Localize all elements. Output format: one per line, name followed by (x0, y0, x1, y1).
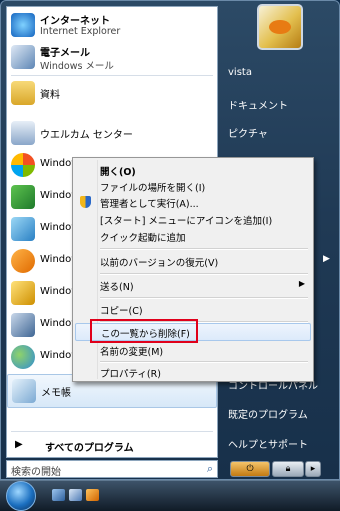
menu-item-restore-previous[interactable]: 以前のバージョンの復元(V) (75, 253, 311, 269)
all-programs-button[interactable]: ▶ すべてのプログラム (7, 435, 217, 457)
all-programs-separator (11, 431, 213, 432)
menu-item-label: [スタート] メニューにアイコンを追加(I) (100, 216, 273, 227)
list-item-label: メモ帳 (41, 388, 71, 399)
menu-item-run-as-admin[interactable]: 管理者として実行(A)... (75, 194, 311, 210)
pinned-item-title: 電子メール (40, 48, 90, 59)
menu-item-pin-to-start[interactable]: [スタート] メニューにアイコンを追加(I) (75, 211, 311, 227)
start-orb-icon[interactable] (6, 481, 36, 511)
recent-item-documents[interactable]: 資料 (7, 77, 217, 109)
menu-item-label: クイック起動に追加 (100, 233, 186, 244)
internet-explorer-icon (11, 13, 35, 37)
menu-item-label: 管理者として実行(A)... (100, 199, 199, 210)
menu-item-label: プロパティ(R) (100, 369, 161, 380)
uac-shield-icon (80, 196, 91, 208)
photo-gallery-icon (11, 217, 35, 241)
context-menu: 開く(O) ファイルの場所を開く(I) 管理者として実行(A)... [スタート… (72, 157, 314, 382)
right-link-documents[interactable]: ドキュメント (228, 97, 288, 112)
menu-item-label: 以前のバージョンの復元(V) (100, 258, 219, 269)
right-link-help[interactable]: ヘルプとサポート (228, 436, 308, 451)
taskbar (0, 480, 340, 511)
submenu-arrow-icon: ▶ (298, 279, 305, 288)
dvd-maker-icon (11, 281, 35, 305)
welcome-center-icon (11, 121, 35, 145)
menu-item-label: 名前の変更(M) (100, 347, 164, 358)
pinned-item-title: インターネット (40, 16, 110, 27)
right-link-default-programs[interactable]: 既定のプログラム (228, 406, 308, 421)
chevron-right-icon: ▸ (310, 464, 316, 474)
movie-maker-icon (11, 313, 35, 337)
power-icon: ⏻ (246, 464, 254, 474)
notepad-icon (12, 379, 36, 403)
menu-item-open[interactable]: 開く(O) (75, 162, 311, 178)
media-center-icon (11, 185, 35, 209)
windows-mail-icon (11, 45, 35, 69)
all-programs-label: すべてのプログラム (45, 443, 134, 454)
menu-separator (100, 297, 308, 299)
pinned-separator (11, 75, 213, 76)
windows-logo-icon (11, 153, 35, 177)
list-item-label: 資料 (40, 90, 60, 101)
menu-item-copy[interactable]: コピー(C) (75, 301, 311, 317)
menu-item-send-to[interactable]: 送る(N) ▶ (75, 277, 311, 293)
right-link-user[interactable]: vista (228, 67, 252, 78)
recent-item-welcome-center[interactable]: ウエルカム センター (7, 117, 217, 149)
contacts-icon (11, 345, 35, 369)
highlight-annotation-box (90, 319, 198, 343)
menu-separator (100, 273, 308, 275)
menu-item-label: 送る(N) (100, 282, 134, 293)
show-desktop-icon[interactable] (52, 489, 65, 501)
folder-icon (11, 81, 35, 105)
pinned-internet-item[interactable]: インターネット Internet Explorer (7, 9, 217, 41)
list-item-label: ウエルカム センター (40, 130, 133, 141)
menu-item-label: コピー(C) (100, 306, 143, 317)
search-input[interactable]: 検索の開始 ⌕ (6, 460, 218, 478)
pinned-item-subtitle: Windows メール (40, 61, 114, 72)
lock-button[interactable]: 🔒︎ (272, 461, 304, 477)
user-avatar[interactable] (257, 4, 303, 50)
chevron-right-icon: ▶ (323, 254, 330, 264)
goldfish-icon (269, 20, 291, 34)
pinned-item-subtitle: Internet Explorer (40, 26, 121, 37)
pinned-email-item[interactable]: 電子メール Windows メール (7, 41, 217, 73)
media-player-icon (11, 249, 35, 273)
chevron-right-icon: ▶ (15, 439, 23, 450)
menu-separator (100, 248, 308, 250)
switch-windows-icon[interactable] (69, 489, 82, 501)
menu-item-open-file-location[interactable]: ファイルの場所を開く(I) (75, 178, 311, 194)
menu-item-label: 開く(O) (100, 167, 136, 178)
search-placeholder: 検索の開始 (11, 467, 61, 478)
menu-item-add-quick-launch[interactable]: クイック起動に追加 (75, 228, 311, 244)
power-button[interactable]: ⏻ (230, 461, 270, 477)
shutdown-options-button[interactable]: ▸ (305, 461, 321, 477)
menu-item-label: ファイルの場所を開く(I) (100, 183, 206, 194)
menu-item-rename[interactable]: 名前の変更(M) (75, 342, 311, 358)
media-player-icon[interactable] (86, 489, 99, 501)
right-link-pictures[interactable]: ピクチャ (228, 125, 268, 140)
menu-separator (100, 361, 308, 363)
lock-icon: 🔒︎ (285, 464, 291, 474)
menu-item-properties[interactable]: プロパティ(R) (75, 364, 311, 380)
search-icon[interactable]: ⌕ (207, 462, 213, 476)
